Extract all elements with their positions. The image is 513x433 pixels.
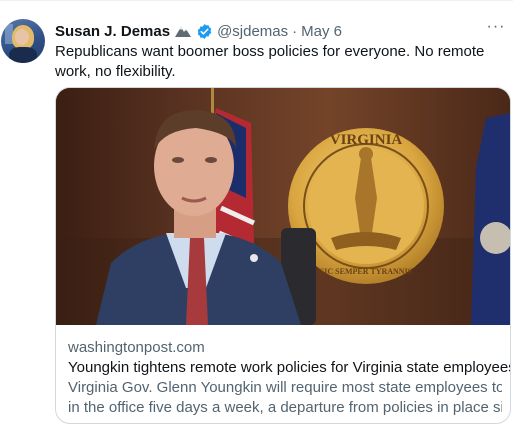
avatar-body <box>9 47 37 63</box>
seal-text-bottom: SIC SEMPER TYRANNIS <box>320 267 413 276</box>
tweet-text: Republicans want boomer boss policies fo… <box>55 43 485 80</box>
card-image[interactable]: VIRGINIA SIC SEMPER TYRANNIS <box>56 88 510 325</box>
card-meta: washingtonpost.com Youngkin tightens rem… <box>68 338 510 418</box>
card-domain: washingtonpost.com <box>68 339 205 356</box>
mountain-emoji-icon <box>174 24 192 38</box>
card-description-line: in the office five days a week, a depart… <box>68 399 502 416</box>
seal-text-top: VIRGINIA <box>330 132 403 148</box>
avatar-face <box>15 29 29 45</box>
more-options-icon[interactable]: ··· <box>486 19 506 39</box>
avatar[interactable] <box>1 19 45 63</box>
tweet-date[interactable]: May 6 <box>301 23 342 40</box>
card-description: Virginia Gov. Glenn Youngkin will requir… <box>68 378 502 418</box>
link-card[interactable]: VIRGINIA SIC SEMPER TYRANNIS washingtonp… <box>55 87 511 424</box>
header-separator: · <box>292 22 298 40</box>
top-divider <box>0 0 513 1</box>
author-handle[interactable]: @sjdemas <box>217 23 288 40</box>
author-name[interactable]: Susan J. Demas <box>55 23 170 40</box>
card-title[interactable]: Youngkin tightens remote work policies f… <box>68 358 510 378</box>
card-description-line: Virginia Gov. Glenn Youngkin will requir… <box>68 379 502 396</box>
tweet-header: Susan J. Demas @sjdemas · May 6 <box>55 21 342 41</box>
verified-icon <box>196 23 213 40</box>
